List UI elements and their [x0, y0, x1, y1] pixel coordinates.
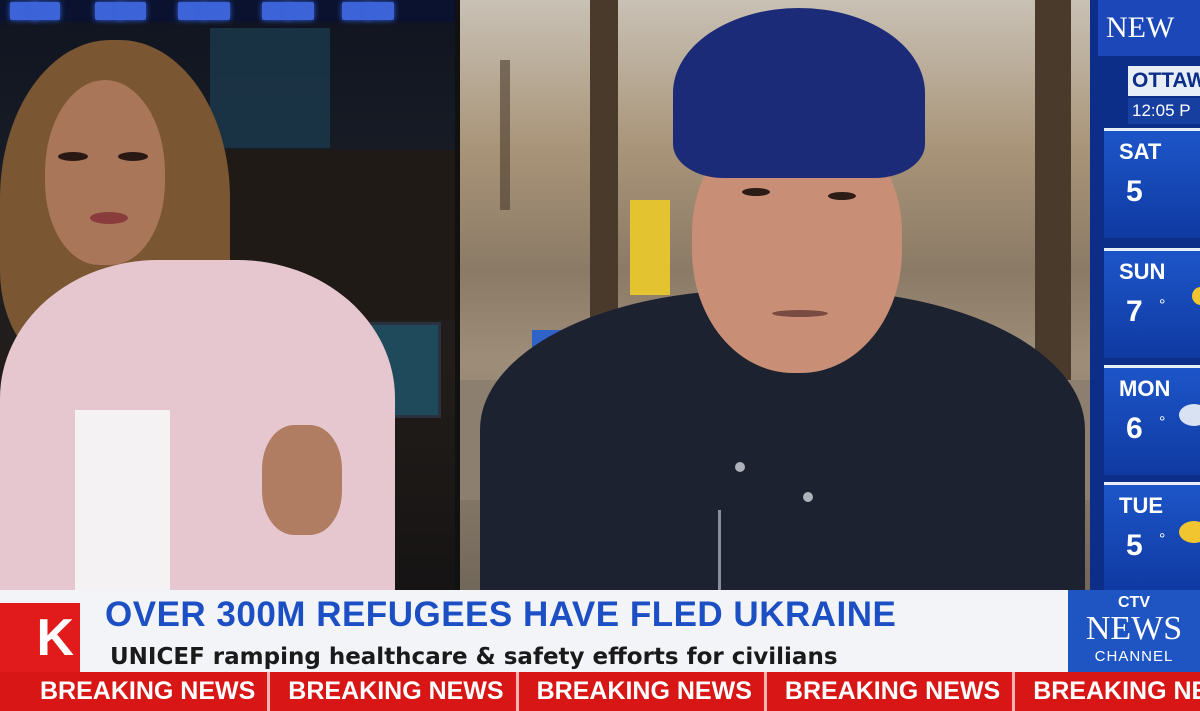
sun-icon — [1192, 287, 1200, 305]
weather-time: 12:05 P — [1128, 98, 1200, 124]
weather-city: OTTAW — [1128, 66, 1200, 96]
forecast-day: SUN 7 ° — [1104, 248, 1200, 358]
studio-light-strip — [0, 0, 455, 22]
studio-anchor-panel — [0, 0, 455, 600]
forecast-day-name: MON — [1119, 376, 1171, 401]
forecast-day: SAT 5 — [1104, 128, 1200, 238]
weather-sidebar: NEW OTTAW 12:05 P SAT 5 SUN 7 ° MON 6 ° … — [1090, 0, 1200, 600]
playground-structure — [630, 200, 670, 295]
studio-light — [118, 2, 146, 20]
breaking-bug: K — [0, 603, 80, 673]
news-label: NEWS — [1085, 610, 1183, 647]
anchor-hand — [262, 425, 342, 535]
coat-snap — [803, 492, 813, 502]
studio-light — [202, 2, 230, 20]
forecast-day: MON 6 ° — [1104, 365, 1200, 475]
reporter-mouth — [772, 310, 828, 317]
forecast-day-name: SUN — [1119, 259, 1166, 284]
reporter-beanie — [673, 8, 925, 178]
studio-light — [32, 2, 60, 20]
coat-snap — [735, 462, 745, 472]
headline: OVER 300M REFUGEES HAVE FLED UKRAINE — [105, 595, 897, 634]
ticker-item: BREAKING NEWS — [267, 672, 515, 711]
degree-symbol: ° — [1159, 297, 1166, 314]
forecast-day-name: TUE — [1119, 493, 1163, 518]
studio-monitor — [210, 28, 330, 148]
anchor-face — [45, 80, 165, 265]
reporter-park-panel — [460, 0, 1090, 600]
cloud-icon — [1179, 404, 1200, 426]
forecast-day-name: SAT — [1119, 139, 1162, 164]
forecast-temp: 5 — [1126, 529, 1143, 562]
channel-label: CHANNEL — [1094, 648, 1174, 665]
subheadline: UNICEF ramping healthcare & safety effor… — [110, 644, 838, 670]
forecast-temp: 7 — [1126, 295, 1143, 328]
sun-cloud-icon — [1179, 521, 1200, 543]
ctv-news-channel-logo: CTV NEWS CHANNEL — [1068, 590, 1200, 672]
news-logo: NEW — [1098, 0, 1200, 56]
anchor-eye — [58, 152, 88, 161]
forecast-temp: 5 — [1126, 175, 1143, 208]
ticker-item: BREAKING NE — [1012, 672, 1200, 711]
reporter-eye — [742, 188, 770, 196]
tree-trunk — [500, 60, 510, 210]
anchor-jacket — [0, 260, 395, 600]
degree-symbol: ° — [1159, 414, 1166, 431]
ticker-item: BREAKING NEWS — [763, 672, 1012, 711]
forecast-temp: 6 — [1126, 412, 1143, 445]
studio-light — [366, 2, 394, 20]
forecast-day: TUE 5 ° — [1104, 482, 1200, 590]
studio-light — [286, 2, 314, 20]
ticker-item: BREAKING NEWS — [515, 672, 764, 711]
breaking-news-ticker: BREAKING NEWS BREAKING NEWS BREAKING NEWS B… — [0, 672, 1200, 711]
anchor-eye — [118, 152, 148, 161]
reporter-eye — [828, 192, 856, 200]
anchor-shirt — [75, 410, 170, 600]
anchor-mouth — [90, 212, 128, 224]
ticker-item: BREAKING NEWS — [40, 677, 256, 705]
degree-symbol: ° — [1159, 531, 1166, 548]
coat-zipper — [718, 510, 721, 595]
